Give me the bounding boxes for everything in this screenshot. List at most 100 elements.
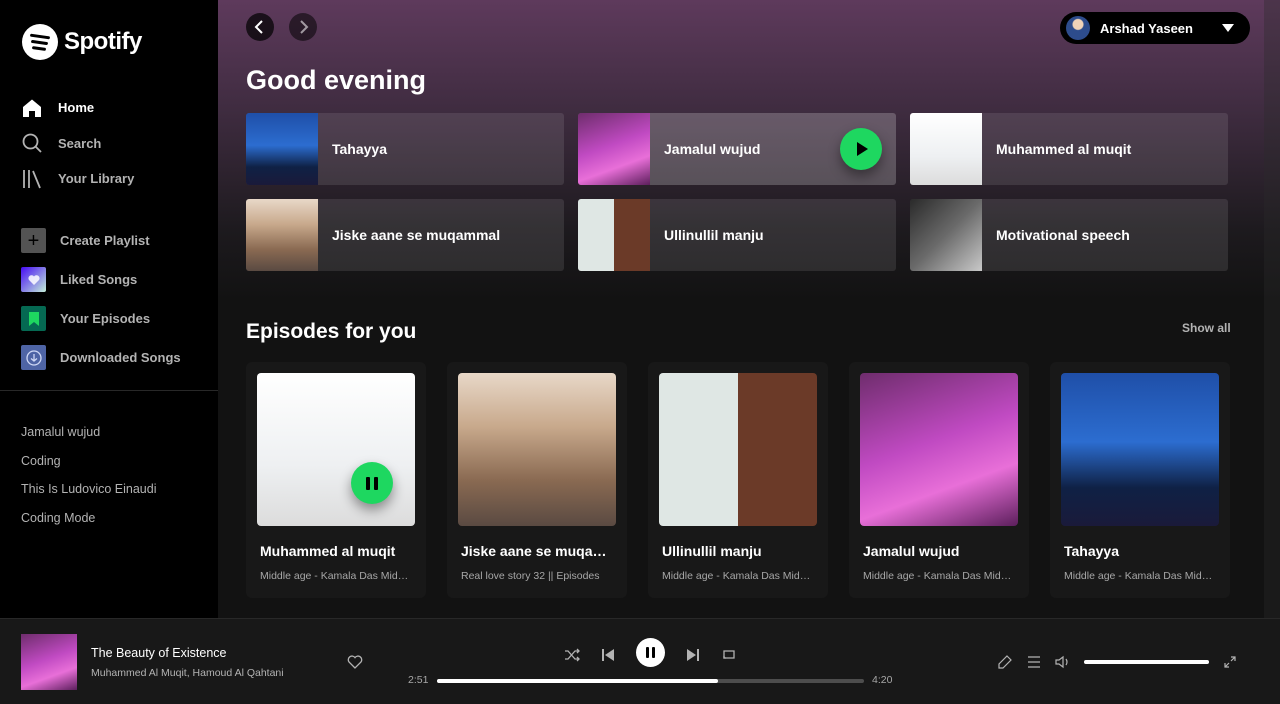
lyrics-button[interactable] [991, 648, 1019, 676]
user-name: Arshad Yaseen [1100, 20, 1193, 36]
quick-pick-jiske-aane[interactable]: Jiske aane se muqammal [246, 199, 564, 271]
episode-subtitle: Real love story 32 || Episodes [461, 570, 600, 582]
playlist-list: Jamalul wujud Coding This Is Ludovico Ei… [21, 418, 157, 532]
fullscreen-button[interactable] [1216, 648, 1244, 676]
motivational-speech-cover [910, 199, 982, 271]
episode-subtitle: Middle age - Kamala Das Middle age... [863, 570, 1017, 582]
downloaded-songs-label: Downloaded Songs [60, 350, 181, 365]
downloaded-songs-link[interactable]: Downloaded Songs [21, 338, 181, 377]
spotify-logo[interactable]: Spotify [22, 24, 142, 60]
greeting-heading: Good evening [246, 65, 427, 95]
episode-title: Jamalul wujud [863, 543, 960, 559]
chevron-left-icon [254, 20, 263, 34]
episodes-section-title: Episodes for you [246, 320, 417, 343]
your-episodes-label: Your Episodes [60, 311, 151, 326]
liked-songs-link[interactable]: Liked Songs [21, 260, 181, 299]
episode-cover [458, 373, 616, 526]
pause-icon [366, 476, 378, 490]
episode-card[interactable]: Jamalul wujud Middle age - Kamala Das Mi… [849, 362, 1029, 598]
playlist-item[interactable]: Jamalul wujud [21, 418, 157, 447]
tahayya-cover [246, 113, 318, 185]
heart-icon[interactable] [347, 654, 363, 670]
quick-pick-label: Tahayya [332, 141, 387, 157]
fullscreen-icon [1224, 656, 1236, 668]
next-button[interactable] [679, 641, 707, 669]
episode-subtitle: Middle age - Kamala Das Middle age... [1064, 570, 1218, 582]
repeat-button[interactable] [715, 641, 743, 669]
ullinullil-manju-cover [578, 199, 650, 271]
episode-title: Ullinullil manju [662, 543, 762, 559]
duration-time: 4:20 [872, 674, 893, 686]
nav-search-label: Search [58, 135, 102, 151]
episode-subtitle: Middle age - Kamala Das Middle age... [260, 570, 414, 582]
quick-pick-label: Ullinullil manju [664, 227, 764, 243]
heart-icon [21, 267, 46, 292]
episode-card[interactable]: Tahayya Middle age - Kamala Das Middle a… [1050, 362, 1230, 598]
sidebar-divider [0, 390, 218, 391]
bookmark-icon [21, 306, 46, 331]
chevron-right-icon [300, 20, 309, 34]
pause-button[interactable] [351, 462, 393, 504]
quick-pick-jamalul-wujud[interactable]: Jamalul wujud [578, 113, 896, 185]
playlist-item[interactable]: This Is Ludovico Einaudi [21, 475, 157, 504]
previous-button[interactable] [594, 641, 622, 669]
show-all-link[interactable]: Show all [1182, 321, 1231, 335]
nav-home-label: Home [58, 100, 95, 116]
quick-pick-ullinullil-manju[interactable]: Ullinullil manju [578, 199, 896, 271]
quick-pick-tahayya[interactable]: Tahayya [246, 113, 564, 185]
episode-title: Tahayya [1064, 543, 1119, 559]
your-episodes-link[interactable]: Your Episodes [21, 299, 181, 338]
play-icon [857, 142, 868, 156]
episode-title: Muhammed al muqit [260, 543, 396, 559]
nav-search[interactable]: Search [22, 126, 134, 162]
now-playing-title[interactable]: The Beauty of Existence [91, 646, 227, 660]
skip-forward-icon [687, 649, 699, 661]
quick-pick-label: Jamalul wujud [664, 141, 761, 157]
quick-pick-motivational-speech[interactable]: Motivational speech [910, 199, 1228, 271]
shuffle-button[interactable] [558, 641, 586, 669]
nav-library-label: Your Library [58, 171, 135, 187]
library-icon [22, 169, 42, 189]
main-content: Arshad Yaseen Good evening Tahayya Jamal… [218, 0, 1280, 618]
muhammed-al-muqit-cover [910, 113, 982, 185]
nav-library[interactable]: Your Library [22, 161, 134, 197]
sidebar-actions: + Create Playlist Liked Songs Your Episo… [21, 221, 181, 377]
queue-button[interactable] [1020, 648, 1048, 676]
episode-title: Jiske aane se muqammal [461, 543, 615, 559]
pause-icon [646, 647, 655, 658]
user-menu-button[interactable]: Arshad Yaseen [1060, 12, 1250, 44]
quick-pick-label: Muhammed al muqit [996, 141, 1132, 157]
play-pause-button[interactable] [636, 638, 665, 667]
create-playlist-button[interactable]: + Create Playlist [21, 221, 181, 260]
elapsed-time: 2:51 [408, 674, 429, 686]
download-icon [21, 345, 46, 370]
avatar [1066, 16, 1090, 40]
jamalul-wujud-cover [578, 113, 650, 185]
episode-card[interactable]: Jiske aane se muqammal Real love story 3… [447, 362, 627, 598]
play-button[interactable] [840, 128, 882, 170]
now-playing-cover[interactable] [21, 634, 77, 690]
nav-home[interactable]: Home [22, 90, 134, 126]
plus-icon: + [21, 228, 46, 253]
sidebar: Spotify Home Search Your Library + Creat… [0, 0, 218, 618]
progress-fill [437, 679, 718, 683]
episode-cover [860, 373, 1018, 526]
player-bar: The Beauty of Existence Muhammed Al Muqi… [0, 618, 1280, 704]
volume-slider[interactable] [1084, 660, 1209, 664]
episode-card[interactable]: Muhammed al muqit Middle age - Kamala Da… [246, 362, 426, 598]
spotify-logo-icon [22, 24, 58, 60]
episode-card[interactable]: Ullinullil manju Middle age - Kamala Das… [648, 362, 828, 598]
home-icon [22, 98, 42, 118]
create-playlist-label: Create Playlist [60, 233, 150, 248]
forward-button[interactable] [289, 13, 317, 41]
episode-subtitle: Middle age - Kamala Das Middle age... [662, 570, 816, 582]
back-button[interactable] [246, 13, 274, 41]
playlist-item[interactable]: Coding [21, 447, 157, 476]
volume-fill [1084, 660, 1209, 664]
now-playing-artists[interactable]: Muhammed Al Muqit, Hamoud Al Qahtani [91, 667, 284, 679]
progress-bar[interactable] [437, 679, 864, 683]
quick-pick-label: Motivational speech [996, 227, 1130, 243]
quick-pick-muhammed-al-muqit[interactable]: Muhammed al muqit [910, 113, 1228, 185]
volume-button[interactable] [1049, 648, 1077, 676]
playlist-item[interactable]: Coding Mode [21, 504, 157, 533]
